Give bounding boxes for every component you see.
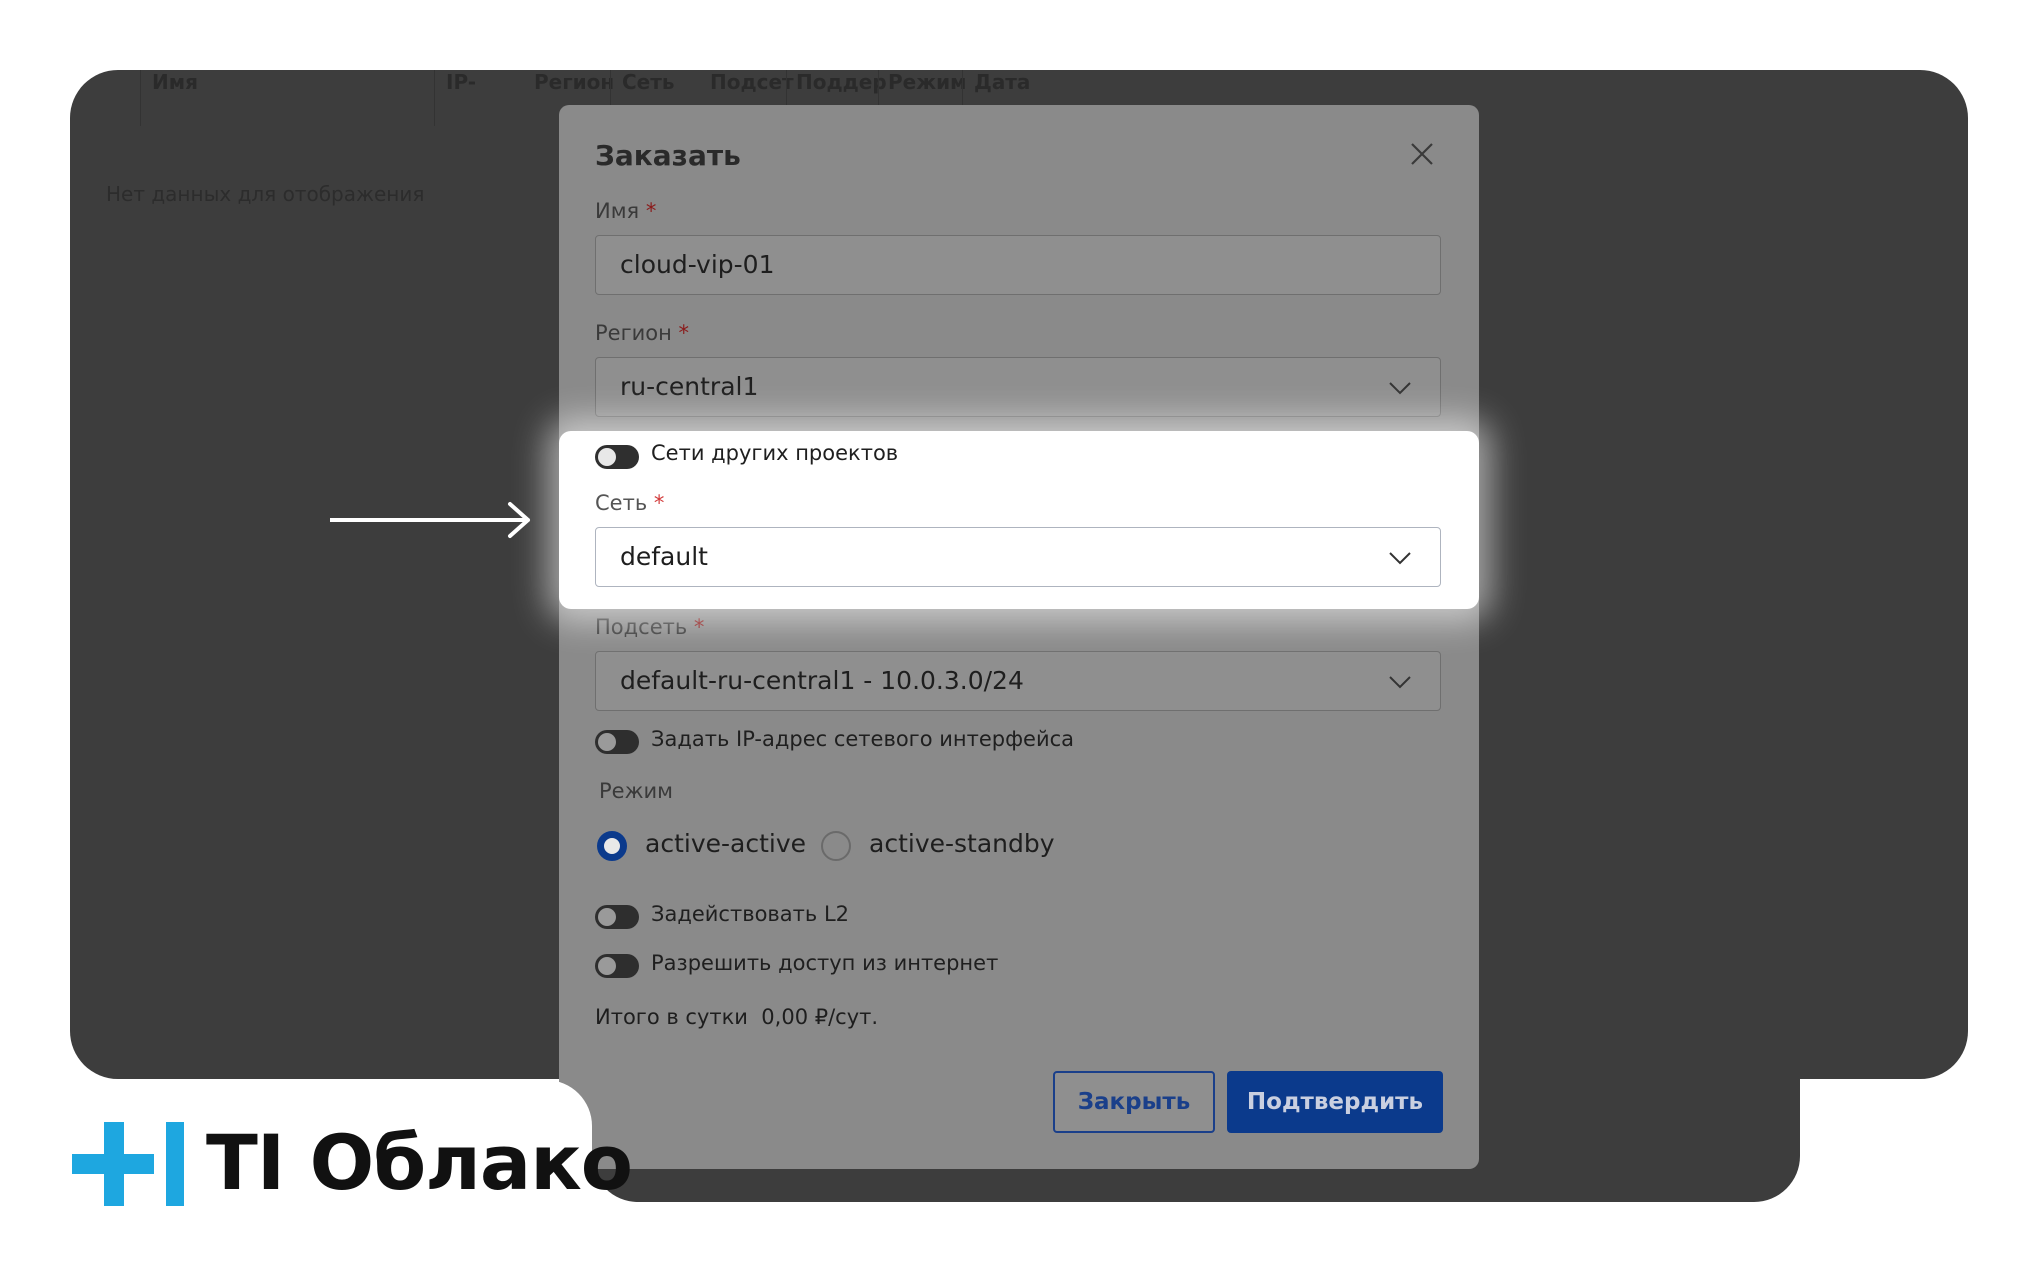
region-select-value: ru-central1: [620, 372, 759, 401]
column-separator: [434, 70, 435, 126]
network-highlight: Сети других проектов Сеть * default: [559, 431, 1479, 609]
other-projects-toggle[interactable]: [595, 445, 639, 469]
name-label: Имя *: [595, 199, 657, 223]
column-date: Дата: [974, 70, 1031, 94]
radio-active-standby[interactable]: [821, 831, 851, 861]
column-region: Регион: [534, 70, 615, 94]
chevron-down-icon: [1389, 676, 1411, 689]
chevron-down-icon: [1389, 552, 1411, 565]
column-l2: Поддер: [796, 70, 887, 94]
network-select[interactable]: default: [595, 527, 1441, 587]
chevron-down-icon: [1389, 382, 1411, 395]
internet-access-toggle-label: Разрешить доступ из интернет: [651, 951, 999, 975]
ip-address-toggle-label: Задать IP-адрес сетевого интерфейса: [651, 727, 1075, 751]
brand-logo-icon: [72, 1122, 184, 1206]
column-subnet: Подсет: [710, 70, 794, 94]
l2-toggle-label: Задействовать L2: [651, 902, 850, 926]
daily-total-label: Итого в сутки: [595, 1005, 748, 1029]
modal-title: Заказать: [595, 139, 741, 172]
column-network: Сеть: [622, 70, 675, 94]
internet-access-toggle[interactable]: [595, 954, 639, 978]
confirm-button[interactable]: Подтвердить: [1227, 1071, 1443, 1133]
empty-state-text: Нет данных для отображения: [106, 182, 425, 206]
l2-toggle[interactable]: [595, 905, 639, 929]
daily-total-value: 0,00 ₽/сут.: [761, 1005, 879, 1029]
subnet-select[interactable]: default-ru-central1 - 10.0.3.0/24: [595, 651, 1441, 711]
region-label: Регион *: [595, 321, 690, 345]
column-mode: Режим: [888, 70, 967, 94]
subnet-label: Подсеть *: [595, 615, 705, 639]
column-name: Имя: [152, 70, 198, 94]
column-separator: [140, 70, 141, 126]
mode-label: Режим: [599, 779, 673, 803]
other-projects-toggle-label: Сети других проектов: [651, 441, 899, 465]
pointer-arrow-icon: [330, 502, 530, 538]
ip-address-toggle[interactable]: [595, 730, 639, 754]
daily-total: Итого в сутки 0,00 ₽/сут.: [595, 1005, 878, 1029]
brand-name: TI Облако: [206, 1118, 633, 1207]
radio-active-active-label: active-active: [645, 829, 806, 858]
name-input-value: cloud-vip-01: [620, 250, 775, 279]
name-input[interactable]: cloud-vip-01: [595, 235, 1441, 295]
radio-active-active[interactable]: [597, 831, 627, 861]
network-select-value: default: [620, 542, 708, 571]
order-modal: Заказать Имя * cloud-vip-01 Регион * ru-…: [559, 105, 1479, 1169]
radio-active-standby-label: active-standby: [869, 829, 1055, 858]
region-select[interactable]: ru-central1: [595, 357, 1441, 417]
subnet-select-value: default-ru-central1 - 10.0.3.0/24: [620, 666, 1024, 695]
close-icon[interactable]: [1407, 139, 1437, 169]
column-ip: IP-: [446, 70, 477, 94]
close-button[interactable]: Закрыть: [1053, 1071, 1215, 1133]
network-label: Сеть *: [595, 491, 665, 515]
